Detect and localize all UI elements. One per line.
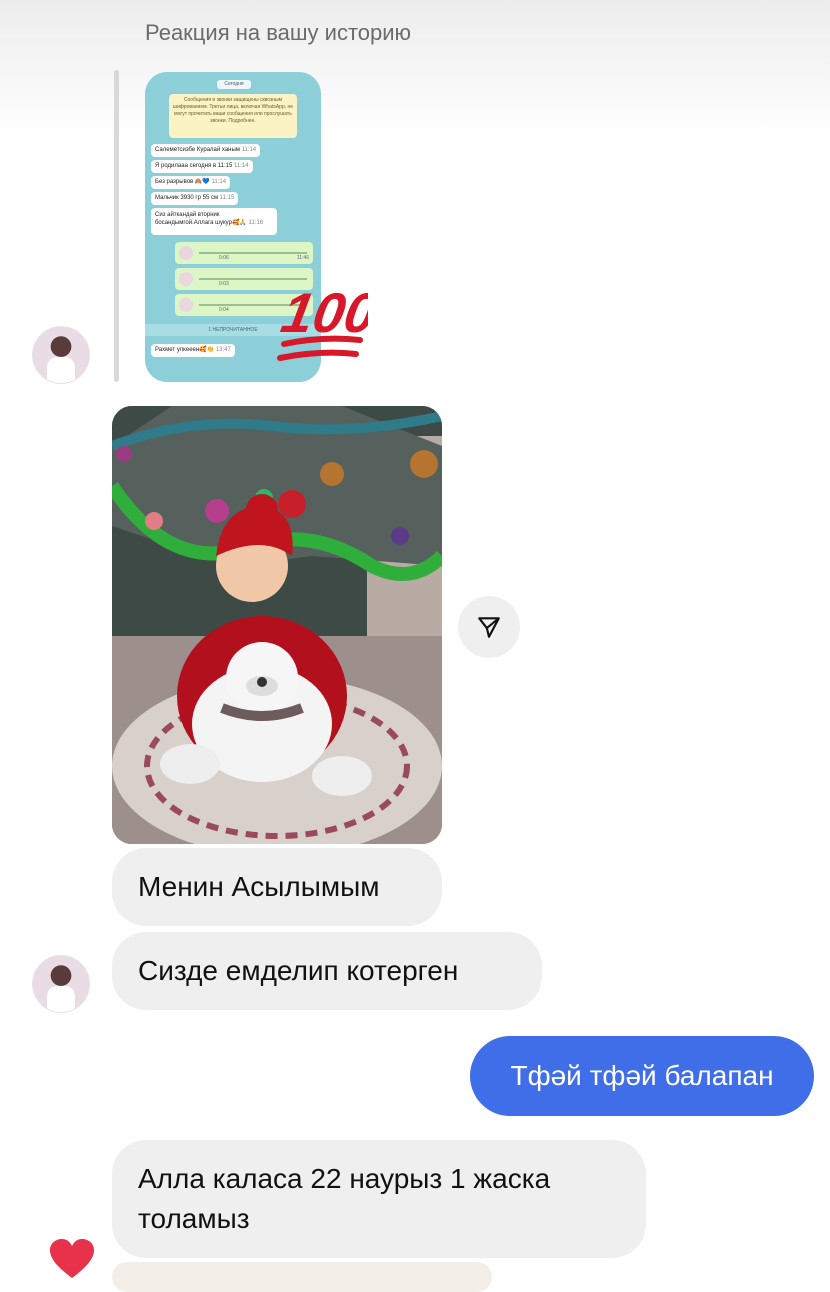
wa-audio-duration: 0:04 [219, 307, 229, 313]
send-icon [478, 617, 500, 638]
wa-audio-time: 11:46 [296, 255, 309, 261]
wa-date-label: Сегодня [217, 80, 251, 89]
wa-audio-message: 0:06 11:46 [175, 242, 313, 264]
avatar[interactable] [32, 326, 90, 384]
story-reaction-header: Реакция на вашу историю [145, 20, 412, 45]
wa-audio-duration: 0:03 [219, 281, 229, 287]
wa-message: Салеметсизбе Куралай ханым 11:14 [151, 144, 261, 157]
next-message-partial[interactable] [112, 1262, 492, 1292]
wa-audio-wave [199, 252, 307, 254]
incoming-message[interactable]: Менин Асылымым [112, 848, 442, 926]
hundred-underline-2 [277, 349, 359, 361]
incoming-message[interactable]: Сизде емделип котерген [112, 932, 542, 1010]
wa-audio-avatar [179, 272, 193, 286]
heart-reaction-icon[interactable] [48, 1238, 96, 1280]
hundred-points-emoji: 100 [277, 281, 368, 361]
wa-audio-avatar [179, 298, 193, 312]
avatar[interactable] [32, 955, 90, 1013]
share-button[interactable] [458, 596, 520, 658]
reply-indicator-bar [114, 70, 119, 382]
wa-message: Сиз айткандай вторник босандымгой.Аллага… [151, 208, 277, 235]
outgoing-message[interactable]: Тфәй тфәй балапан [470, 1036, 814, 1116]
wa-audio-duration: 0:06 [219, 255, 229, 261]
wa-audio-avatar [179, 246, 193, 260]
incoming-message[interactable]: Алла каласа 22 наурыз 1 жаска толамыз [112, 1140, 646, 1258]
wa-message: Мальчик 3930 гр 55 см 11:15 [151, 192, 239, 205]
wa-message: Без разрывов 🙈💙 11:14 [151, 176, 231, 189]
wa-message: Рахмет улкееен🥰👏 13:47 [151, 344, 235, 357]
photo-illustration [112, 406, 442, 844]
photo-message[interactable] [112, 406, 442, 844]
hundred-emoji-text: 100 [277, 281, 368, 344]
wa-encryption-notice: Сообщения и звонки защищены сквозным шиф… [169, 94, 297, 138]
top-fade [0, 0, 830, 140]
wa-message: Я родилааа сегодня в 11:15 11:14 [151, 160, 253, 173]
